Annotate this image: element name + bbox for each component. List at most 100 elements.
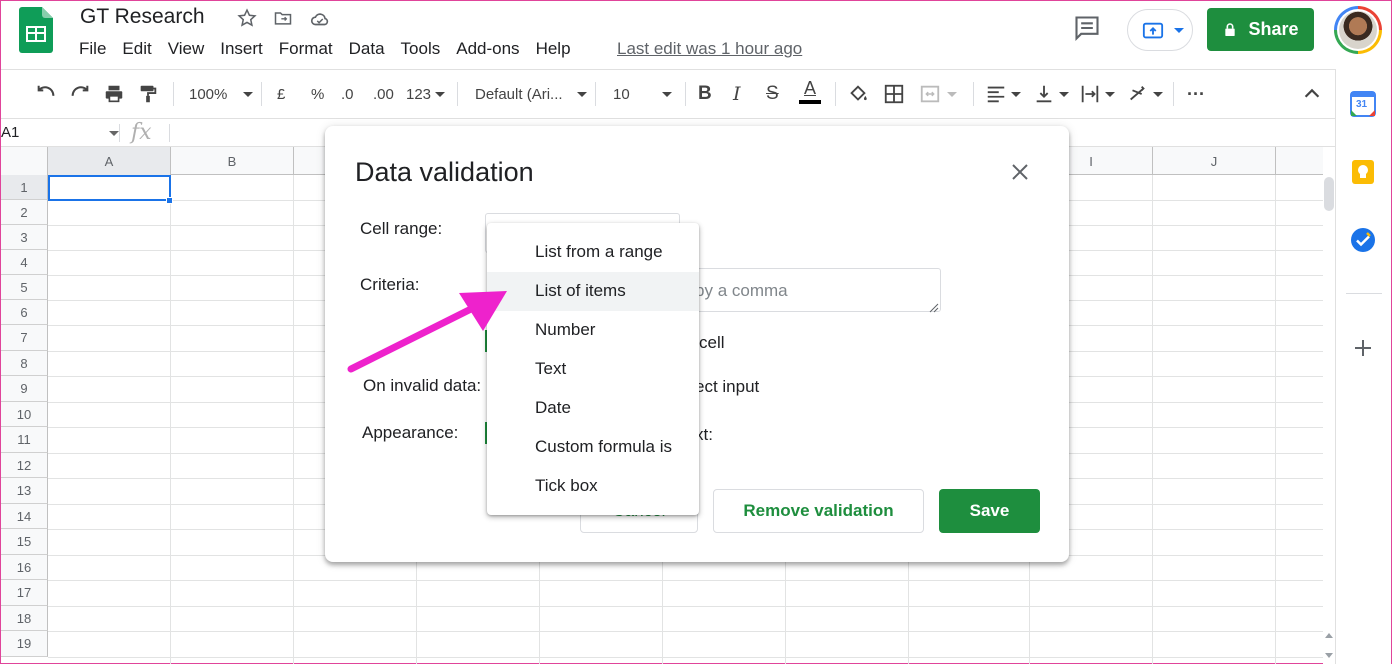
criteria-option-text[interactable]: Text <box>487 350 699 389</box>
column-header[interactable]: J <box>1153 147 1276 175</box>
row-header[interactable]: 9 <box>1 376 48 402</box>
row-header[interactable]: 4 <box>1 250 48 275</box>
criteria-option-list-of-items[interactable]: List of items <box>487 272 699 311</box>
menu-help[interactable]: Help <box>536 39 579 61</box>
calendar-icon[interactable]: 31 <box>1350 91 1376 117</box>
menu-edit[interactable]: Edit <box>122 39 159 61</box>
avatar[interactable] <box>1334 6 1382 54</box>
row-header[interactable]: 14 <box>1 504 48 529</box>
row-header[interactable]: 1 <box>1 175 48 200</box>
menu-insert[interactable]: Insert <box>220 39 271 61</box>
selected-cell-a1[interactable] <box>48 175 171 201</box>
menu-tools[interactable]: Tools <box>401 39 449 61</box>
column-header[interactable]: A <box>48 147 171 175</box>
row-header[interactable]: 2 <box>1 200 48 225</box>
close-icon[interactable] <box>1008 160 1032 184</box>
row-header[interactable]: 7 <box>1 325 48 351</box>
row-header[interactable]: 13 <box>1 478 48 504</box>
column-header[interactable]: B <box>171 147 294 175</box>
collapse-toolbar-icon[interactable] <box>1301 82 1323 106</box>
row-header[interactable]: 17 <box>1 580 48 606</box>
lock-icon <box>1225 22 1236 36</box>
vertical-scrollbar[interactable] <box>1323 175 1335 664</box>
app-header: GT Research File Edit View Insert Format… <box>1 1 1391 69</box>
italic-button[interactable]: I <box>733 82 741 106</box>
column-header[interactable] <box>1276 147 1323 175</box>
name-box[interactable]: A1 <box>1 124 19 141</box>
items-input[interactable]: Enter items separated by a comma <box>683 268 941 312</box>
move-folder-icon[interactable] <box>273 8 293 28</box>
paint-format-icon[interactable] <box>137 82 159 106</box>
save-button[interactable]: Save <box>939 489 1040 533</box>
last-edit-link[interactable]: Last edit was 1 hour ago <box>617 39 802 59</box>
more-formats-button[interactable]: 123 <box>406 82 446 106</box>
criteria-option-custom-formula[interactable]: Custom formula is <box>487 428 699 467</box>
strikethrough-button[interactable]: S <box>766 82 779 106</box>
menu-format[interactable]: Format <box>279 39 341 61</box>
bold-button[interactable]: B <box>698 82 712 106</box>
print-icon[interactable] <box>103 82 125 106</box>
side-panel: 31 <box>1335 69 1391 664</box>
row-header[interactable]: 11 <box>1 427 48 453</box>
redo-icon[interactable] <box>69 82 91 106</box>
text-rotation-icon[interactable] <box>1127 82 1163 106</box>
currency-format-button[interactable]: £ <box>277 82 285 106</box>
row-header[interactable]: 8 <box>1 351 48 376</box>
menu-add-ons[interactable]: Add-ons <box>456 39 527 61</box>
text-wrapping-icon[interactable] <box>1079 82 1115 106</box>
menu-data[interactable]: Data <box>349 39 393 61</box>
sheets-logo-icon[interactable] <box>19 7 53 53</box>
increase-decimals-button[interactable]: .00 <box>373 82 394 106</box>
percent-format-button[interactable]: % <box>311 82 324 106</box>
share-label: Share <box>1248 19 1299 39</box>
keep-icon[interactable] <box>1350 159 1376 185</box>
present-icon <box>1142 22 1164 39</box>
row-header[interactable]: 10 <box>1 402 48 427</box>
remove-validation-button[interactable]: Remove validation <box>713 489 924 533</box>
row-header[interactable]: 12 <box>1 453 48 478</box>
menu-file[interactable]: File <box>79 39 114 61</box>
row-header[interactable]: 6 <box>1 300 48 325</box>
criteria-option-tick-box[interactable]: Tick box <box>487 467 699 506</box>
undo-icon[interactable] <box>35 82 57 106</box>
scroll-arrows[interactable] <box>1323 629 1335 664</box>
font-size-select[interactable]: 10 <box>613 82 672 106</box>
criteria-option-date[interactable]: Date <box>487 389 699 428</box>
share-button[interactable]: Share <box>1207 8 1314 51</box>
row-header[interactable]: 15 <box>1 529 48 555</box>
row-header[interactable]: 18 <box>1 606 48 631</box>
fill-color-icon[interactable] <box>847 82 869 106</box>
vertical-align-icon[interactable] <box>1033 82 1069 106</box>
star-icon[interactable] <box>237 8 257 28</box>
zoom-select[interactable]: 100% <box>189 82 254 106</box>
scroll-up-icon[interactable] <box>1325 633 1333 638</box>
annotation-arrow-icon <box>347 291 507 373</box>
text-color-swatch <box>799 100 821 104</box>
present-button[interactable] <box>1127 9 1193 51</box>
comments-icon[interactable] <box>1073 14 1101 42</box>
more-options-button[interactable]: ··· <box>1187 82 1205 106</box>
row-header[interactable]: 5 <box>1 275 48 300</box>
select-all-corner[interactable] <box>1 147 48 175</box>
scroll-down-icon[interactable] <box>1325 653 1333 658</box>
criteria-option-number[interactable]: Number <box>487 311 699 350</box>
font-select[interactable]: Default (Ari... <box>475 82 587 106</box>
resize-handle-icon[interactable] <box>929 300 939 313</box>
row-header[interactable]: 3 <box>1 225 48 250</box>
text-color-button[interactable]: A <box>799 78 821 110</box>
fill-handle[interactable] <box>166 197 173 204</box>
tasks-icon[interactable] <box>1350 227 1376 253</box>
add-addon-icon[interactable] <box>1352 337 1374 359</box>
decrease-decimals-button[interactable]: .0 <box>341 82 354 106</box>
cloud-saved-icon[interactable] <box>309 8 329 28</box>
row-header[interactable]: 16 <box>1 555 48 580</box>
scrollbar-thumb[interactable] <box>1324 177 1334 211</box>
criteria-option-list-from-range[interactable]: List from a range <box>487 233 699 272</box>
menu-view[interactable]: View <box>168 39 213 61</box>
chevron-down-icon[interactable] <box>109 131 119 136</box>
horizontal-align-icon[interactable] <box>985 82 1021 106</box>
document-title[interactable]: GT Research <box>80 5 205 29</box>
borders-icon[interactable] <box>883 82 905 106</box>
merge-cells-icon[interactable] <box>919 82 957 106</box>
row-header[interactable]: 19 <box>1 631 48 657</box>
